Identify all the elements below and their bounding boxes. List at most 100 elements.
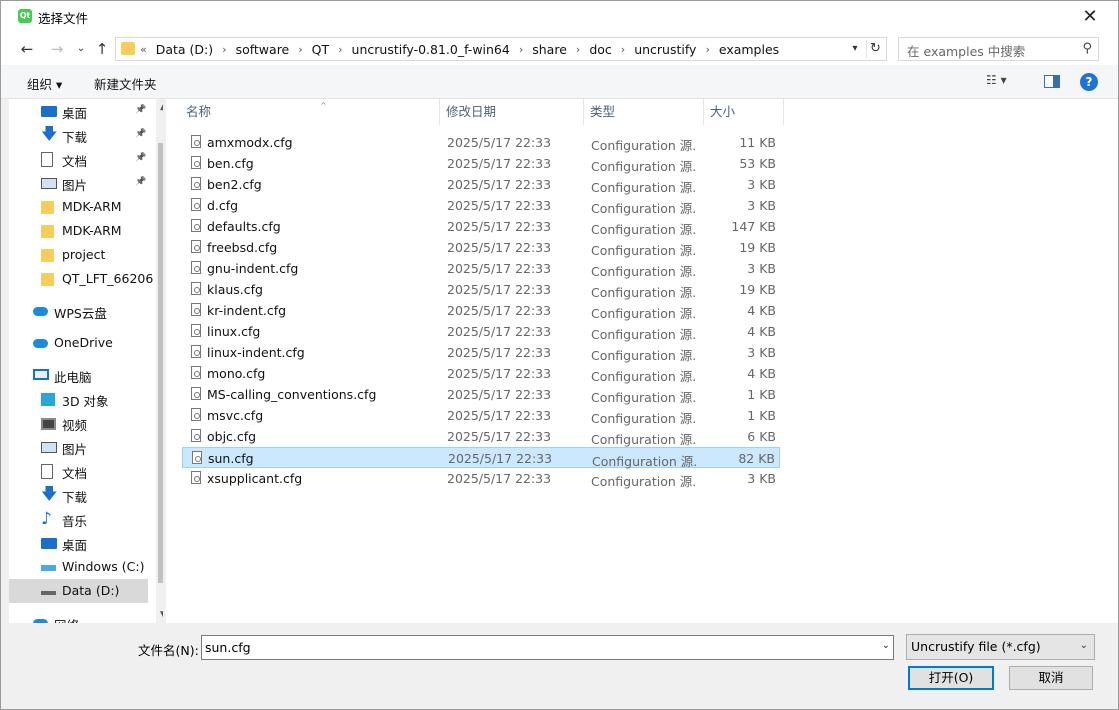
sidebar-item[interactable]: 🡇 下载 [9,483,148,507]
address-bar[interactable]: « Data (D:) › software › QT › uncrustify-0.81.… [115,37,887,61]
column-header-size[interactable]: 大小 [704,99,784,125]
sidebar-item[interactable]: 图片 📌 [9,171,148,195]
chevron-right-icon[interactable]: › [338,43,342,56]
chevron-down-icon[interactable]: ⌄ [882,640,890,651]
cfg-file-icon [191,261,201,274]
up-button[interactable]: ↑ [90,37,114,61]
cfg-file-icon [191,282,201,295]
filename-combobox[interactable]: ⌄ [201,635,894,660]
file-name: ben2.cfg [207,177,262,192]
breadcrumb-item[interactable]: Data (D:) [156,42,213,57]
file-row[interactable]: mono.cfg 2025/5/17 22:33 Configuration 源..… [182,363,780,384]
breadcrumb-item[interactable]: uncrustify-0.81.0_f-win64 [352,42,510,57]
sidebar-item[interactable]: MDK-ARM [9,195,148,219]
file-type: Configuration 源... [591,243,697,258]
file-row[interactable]: ben2.cfg 2025/5/17 22:33 Configuration 源..… [182,174,780,195]
sidebar-item[interactable]: project [9,243,148,267]
folder-icon [41,249,54,262]
change-view-button[interactable]: ☷ ▾ [986,73,1026,91]
sidebar-item[interactable]: MDK-ARM [9,219,148,243]
breadcrumb-overflow[interactable]: « [140,43,147,56]
chevron-right-icon[interactable]: › [621,43,625,56]
file-date: 2025/5/17 22:33 [447,219,552,234]
search-input[interactable]: 在 examples 中搜索 ⚲ [898,37,1099,61]
help-button[interactable]: ? [1080,73,1098,91]
file-row[interactable]: sun.cfg 2025/5/17 22:33 Configuration 源...… [182,447,780,469]
sidebar-item[interactable]: WPS云盘 [9,299,148,323]
file-row[interactable]: amxmodx.cfg 2025/5/17 22:33 Configuration … [182,132,780,153]
file-row[interactable]: klaus.cfg 2025/5/17 22:33 Configuration 源.… [182,279,780,300]
breadcrumb-item[interactable]: uncrustify [634,42,696,57]
sidebar-item[interactable]: 🡇 下载 📌 [9,123,148,147]
chevron-right-icon[interactable]: › [705,43,709,56]
file-row[interactable]: xsupplicant.cfg 2025/5/17 22:33 Configurat… [182,468,780,489]
open-button[interactable]: 打开(O) [908,666,994,690]
sidebar-item[interactable]: OneDrive [9,331,148,355]
sidebar-item[interactable]: Windows (C:) [9,555,148,579]
file-row[interactable]: ben.cfg 2025/5/17 22:33 Configuration 源...… [182,153,780,174]
new-folder-button[interactable]: 新建文件夹 [94,74,157,93]
sidebar-item[interactable]: Data (D:) [9,579,148,603]
breadcrumb-item[interactable]: doc [589,42,611,57]
scrollbar-thumb[interactable] [158,143,163,583]
file-size: 4 KB [747,303,776,318]
chevron-right-icon[interactable]: › [576,43,580,56]
breadcrumb-item[interactable]: share [532,42,567,57]
sidebar-item-label: Data (D:) [62,583,120,598]
file-size: 3 KB [747,345,776,360]
file-row[interactable]: defaults.cfg 2025/5/17 22:33 Configuration… [182,216,780,237]
refresh-button[interactable]: ↻ [866,40,884,58]
forward-button[interactable]: → [45,37,69,61]
file-type-select[interactable]: Uncrustify file (*.cfg) ⌄ [906,634,1095,660]
sidebar-item[interactable]: ♪ 音乐 [9,507,148,531]
sidebar-item[interactable]: 图片 [9,435,148,459]
file-row[interactable]: objc.cfg 2025/5/17 22:33 Configuration 源..… [182,426,780,447]
navigation-bar: ← → ⌄ ↑ « Data (D:) › software › QT › uncrusti… [1,33,1118,65]
column-header-name[interactable]: 名称 ^ [180,99,440,125]
sidebar-item[interactable]: 网络 [9,611,148,623]
preview-pane-button[interactable] [1044,75,1060,88]
column-header-date[interactable]: 修改日期 [440,99,584,125]
document-icon [41,152,53,167]
breadcrumb-item[interactable]: examples [719,42,779,57]
back-button[interactable]: ← [15,37,39,61]
breadcrumb: « Data (D:) › software › QT › uncrustify-0.81.… [140,38,779,60]
chevron-right-icon[interactable]: › [298,43,302,56]
sidebar-item[interactable]: 桌面 [9,531,148,555]
windows-drive-icon [41,565,56,571]
file-row[interactable]: msvc.cfg 2025/5/17 22:33 Configuration 源..… [182,405,780,426]
scroll-up-icon[interactable]: ▲ [156,99,163,115]
sidebar-item[interactable]: 文档 📌 [9,147,148,171]
sidebar-item[interactable]: 文档 [9,459,148,483]
file-list: 名称 ^ 修改日期 类型 大小 amxmodx.cfg 2025/5/17 22:… [166,99,1118,623]
cancel-button[interactable]: 取消 [1009,666,1093,690]
sidebar-item-label: WPS云盘 [54,306,107,321]
file-row[interactable]: d.cfg 2025/5/17 22:33 Configuration 源... 3 … [182,195,780,216]
sidebar-item-label: 网络 [54,615,79,623]
address-dropdown-button[interactable]: ▾ [848,41,862,57]
chevron-right-icon[interactable]: › [222,43,226,56]
sidebar-scrollbar[interactable]: ▲ ▼ [156,99,163,623]
breadcrumb-item[interactable]: QT [312,42,329,57]
breadcrumb-item[interactable]: software [236,42,290,57]
sidebar-item[interactable]: 视频 [9,411,148,435]
file-row[interactable]: freebsd.cfg 2025/5/17 22:33 Configuration … [182,237,780,258]
file-row[interactable]: kr-indent.cfg 2025/5/17 22:33 Configuratio… [182,300,780,321]
organize-button[interactable]: 组织 ▾ [27,74,62,93]
file-row[interactable]: MS-calling_conventions.cfg 2025/5/17 22:3… [182,384,780,405]
file-row[interactable]: linux.cfg 2025/5/17 22:33 Configuration 源.… [182,321,780,342]
column-header-type[interactable]: 类型 [584,99,704,125]
sidebar-item[interactable]: QT_LFT_66206 [9,267,153,291]
sidebar-item[interactable]: 桌面 📌 [9,99,148,123]
scroll-down-icon[interactable]: ▼ [156,607,163,623]
sidebar-item[interactable]: 此电脑 [9,363,148,387]
file-row[interactable]: linux-indent.cfg 2025/5/17 22:33 Configura… [182,342,780,363]
close-button[interactable]: ✕ [1070,3,1110,31]
pin-icon: 📌 [135,129,147,139]
sidebar-item-label: 图片 [62,178,88,193]
file-row[interactable]: gnu-indent.cfg 2025/5/17 22:33 Configurati… [182,258,780,279]
file-size: 3 KB [747,261,776,276]
sidebar-item[interactable]: 3D 对象 [9,387,148,411]
chevron-right-icon[interactable]: › [519,43,523,56]
filename-field[interactable] [205,639,865,656]
